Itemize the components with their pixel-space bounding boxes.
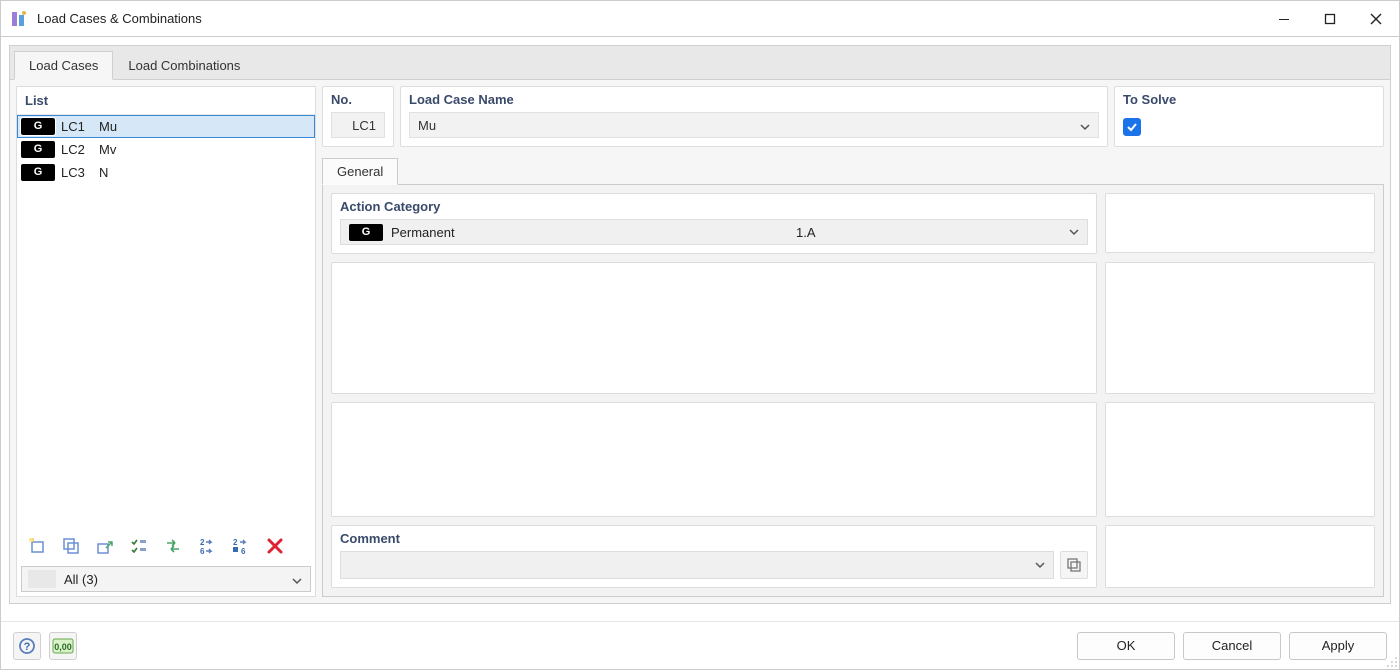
- chevron-down-icon: [292, 574, 302, 584]
- maximize-button[interactable]: [1307, 1, 1353, 37]
- resize-grip-icon[interactable]: [1384, 654, 1398, 668]
- copy-comment-button[interactable]: [1060, 551, 1088, 579]
- attach-button[interactable]: [89, 530, 121, 562]
- comment-select[interactable]: [340, 551, 1054, 579]
- list-item[interactable]: G LC3 N: [17, 161, 315, 184]
- no-card: No. LC1: [322, 86, 394, 147]
- dialog-footer: ? 0,00 OK Cancel Apply: [1, 621, 1399, 669]
- svg-text:6: 6: [241, 547, 246, 556]
- new-load-case-button[interactable]: [21, 530, 53, 562]
- action-category-code: 1.A: [796, 225, 816, 240]
- list-item[interactable]: G LC2 Mv: [17, 138, 315, 161]
- tab-panel: List G LC1 Mu G LC2 Mv G: [9, 79, 1391, 604]
- main-tabstrip: Load Cases Load Combinations: [9, 45, 1391, 79]
- svg-text:2: 2: [233, 538, 238, 547]
- list-toolbar: 26 26: [17, 526, 315, 562]
- units-button[interactable]: 0,00: [49, 632, 77, 660]
- list-panel: List G LC1 Mu G LC2 Mv G: [16, 86, 316, 597]
- load-case-id: LC2: [61, 142, 93, 157]
- svg-text:2: 2: [200, 538, 205, 547]
- inner-tabstrip: General: [322, 153, 1384, 184]
- action-category-select[interactable]: G Permanent 1.A: [340, 219, 1088, 245]
- load-case-name: Mu: [99, 119, 315, 134]
- delete-button[interactable]: [259, 530, 291, 562]
- empty-card: [1105, 402, 1375, 517]
- chevron-down-icon: [1035, 558, 1045, 573]
- type-badge: G: [21, 141, 55, 158]
- chevron-down-icon: [1061, 225, 1087, 240]
- name-select[interactable]: Mu: [409, 112, 1099, 138]
- load-case-name: N: [99, 165, 315, 180]
- load-case-id: LC3: [61, 165, 93, 180]
- type-badge: G: [21, 118, 55, 135]
- ok-button[interactable]: OK: [1077, 632, 1175, 660]
- action-category-header: Action Category: [332, 194, 1096, 219]
- empty-card: [1105, 193, 1375, 253]
- solve-header: To Solve: [1115, 87, 1383, 112]
- svg-text:6: 6: [200, 547, 205, 556]
- app-icon: [9, 9, 29, 29]
- name-value: Mu: [418, 118, 436, 133]
- name-header: Load Case Name: [401, 87, 1107, 112]
- general-panel: Action Category G Permanent 1.A: [322, 184, 1384, 597]
- filter-select[interactable]: All (3): [21, 566, 311, 592]
- empty-card: [331, 262, 1097, 394]
- cancel-button[interactable]: Cancel: [1183, 632, 1281, 660]
- select-all-button[interactable]: [123, 530, 155, 562]
- empty-card: [331, 402, 1097, 517]
- empty-card: [1105, 262, 1375, 394]
- action-category-card: Action Category G Permanent 1.A: [331, 193, 1097, 254]
- load-case-list[interactable]: G LC1 Mu G LC2 Mv G LC3 N: [17, 115, 315, 526]
- empty-card: [1105, 525, 1375, 588]
- action-category-name: Permanent: [391, 225, 455, 240]
- type-badge: G: [21, 164, 55, 181]
- dialog-body: Load Cases Load Combinations List G LC1 …: [1, 37, 1399, 621]
- solve-checkbox[interactable]: [1123, 118, 1141, 136]
- detail-panel: No. LC1 Load Case Name Mu: [322, 86, 1384, 597]
- filter-label: All (3): [64, 572, 98, 587]
- swap-button[interactable]: [157, 530, 189, 562]
- load-case-name: Mv: [99, 142, 315, 157]
- svg-text:?: ?: [24, 641, 31, 653]
- minimize-button[interactable]: [1261, 1, 1307, 37]
- solve-card: To Solve: [1114, 86, 1384, 147]
- chevron-down-icon: [1080, 120, 1090, 130]
- tab-load-combinations[interactable]: Load Combinations: [113, 51, 255, 80]
- svg-text:0,00: 0,00: [54, 642, 72, 652]
- renumber-range-button[interactable]: 26: [225, 530, 257, 562]
- no-header: No.: [323, 87, 393, 112]
- window-title: Load Cases & Combinations: [37, 11, 202, 26]
- comment-card: Comment: [331, 525, 1097, 588]
- tab-general[interactable]: General: [322, 158, 398, 185]
- titlebar: Load Cases & Combinations: [1, 1, 1399, 37]
- name-card: Load Case Name Mu: [400, 86, 1108, 147]
- list-item[interactable]: G LC1 Mu: [17, 115, 315, 138]
- help-button[interactable]: ?: [13, 632, 41, 660]
- load-case-id: LC1: [61, 119, 93, 134]
- type-badge: G: [349, 224, 383, 241]
- comment-header: Comment: [332, 526, 1096, 551]
- close-button[interactable]: [1353, 1, 1399, 37]
- no-value: LC1: [331, 112, 385, 138]
- apply-button[interactable]: Apply: [1289, 632, 1387, 660]
- renumber-button[interactable]: 26: [191, 530, 223, 562]
- list-header: List: [17, 87, 315, 115]
- tab-load-cases[interactable]: Load Cases: [14, 51, 113, 80]
- copy-load-case-button[interactable]: [55, 530, 87, 562]
